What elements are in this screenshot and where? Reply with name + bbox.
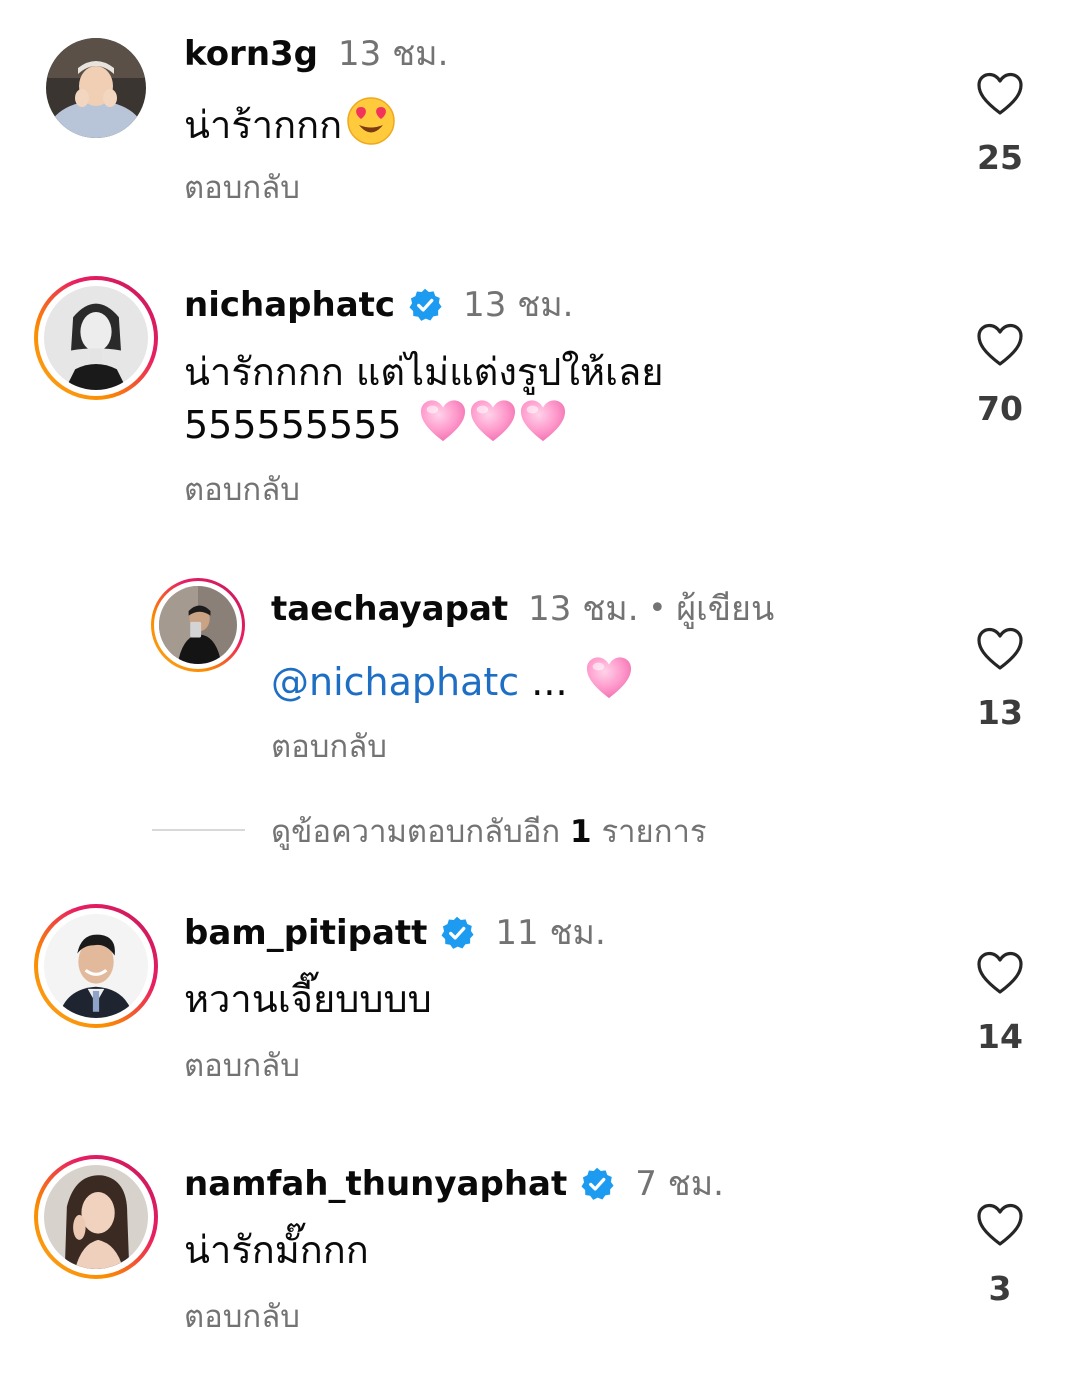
timestamp: 7 ชม.: [635, 1164, 724, 1204]
username[interactable]: namfah_thunyaphat: [184, 1164, 567, 1204]
verified-badge-icon: [579, 1166, 615, 1202]
reply-button[interactable]: ตอบกลับ: [184, 1297, 300, 1337]
avatar[interactable]: [34, 1155, 158, 1279]
comment-item: namfah_thunyaphat 7 ชม. น่ารักมั๊กกก ตอบ…: [0, 0, 1077, 1379]
heart-outline-icon[interactable]: [976, 1203, 1024, 1247]
like-group: 3: [970, 1203, 1030, 1309]
comment-text: น่ารักมั๊กกก: [184, 1228, 369, 1272]
like-count: 3: [988, 1269, 1012, 1308]
comment-header: namfah_thunyaphat 7 ชม.: [184, 1164, 724, 1204]
